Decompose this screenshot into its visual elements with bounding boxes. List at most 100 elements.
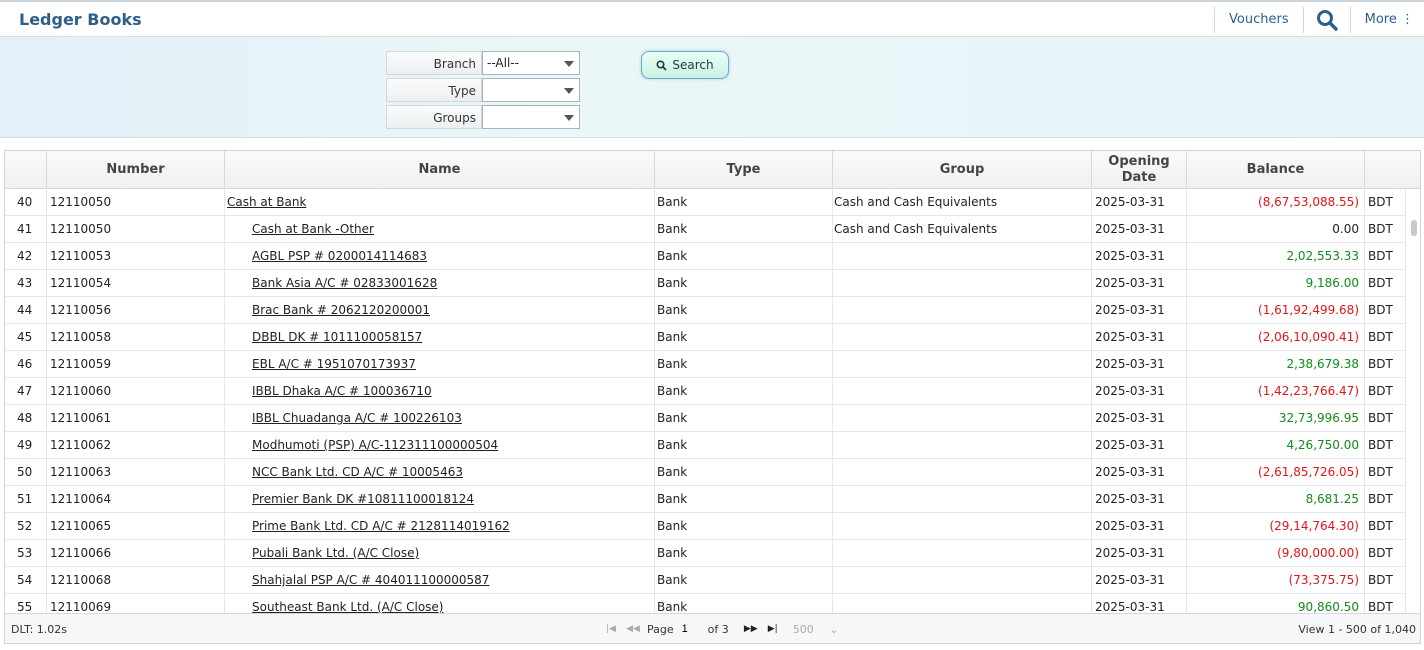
ledger-name-link[interactable]: NCC Bank Ltd. CD A/C # 10005463 <box>252 465 463 479</box>
ledger-name-link[interactable]: Southeast Bank Ltd. (A/C Close) <box>252 600 443 613</box>
cell-currency: BDT <box>1365 351 1406 377</box>
cell-balance: 0.00 <box>1187 216 1365 242</box>
vertical-scrollbar[interactable] <box>1406 190 1420 613</box>
branch-select[interactable]: --All-- <box>482 51 580 75</box>
cell-type-text: Bank <box>657 384 688 398</box>
table-row[interactable]: 41 12110050 Cash at Bank -Other Bank Cash an… <box>5 216 1406 243</box>
cell-name: IBBL Chuadanga A/C # 100226103 <box>225 405 655 431</box>
row-number-header <box>5 151 47 189</box>
ledger-name-link[interactable]: Cash at Bank <box>227 195 306 209</box>
page-input[interactable] <box>679 620 702 638</box>
grid-body: 40 12110050 Cash at Bank Bank Cash and Cash … <box>5 190 1420 613</box>
cell-group <box>833 378 1092 404</box>
last-page-icon[interactable]: ▶| <box>765 624 781 634</box>
cell-date-text: 2025-03-31 <box>1095 330 1165 344</box>
cell-idx: 47 <box>5 378 47 404</box>
cell-idx-text: 43 <box>17 276 33 290</box>
search-nav-button[interactable] <box>1302 6 1350 33</box>
ledger-name-link[interactable]: DBBL DK # 1011100058157 <box>252 330 422 344</box>
cell-idx-text: 40 <box>17 195 33 209</box>
cell-type-text: Bank <box>657 195 688 209</box>
table-row[interactable]: 43 12110054 Bank Asia A/C # 02833001628 Ban… <box>5 270 1406 297</box>
scrollbar-thumb[interactable] <box>1411 220 1417 236</box>
cell-type-text: Bank <box>657 249 688 263</box>
cell-date-text: 2025-03-31 <box>1095 546 1165 560</box>
table-row[interactable]: 44 12110056 Brac Bank # 2062120200001 Bank 2… <box>5 297 1406 324</box>
cell-currency-text: BDT <box>1368 384 1393 398</box>
cell-date-text: 2025-03-31 <box>1095 519 1165 533</box>
cell-idx: 52 <box>5 513 47 539</box>
cell-number: 12110059 <box>47 351 225 377</box>
table-row[interactable]: 54 12110068 Shahjalal PSP A/C # 4040111000… <box>5 567 1406 594</box>
cell-idx: 43 <box>5 270 47 296</box>
cell-idx: 48 <box>5 405 47 431</box>
ledger-name-link[interactable]: IBBL Dhaka A/C # 100036710 <box>252 384 432 398</box>
cell-type: Bank <box>655 216 833 242</box>
table-row[interactable]: 48 12110061 IBBL Chuadanga A/C # 100226103… <box>5 405 1406 432</box>
more-menu[interactable]: More ⋮ <box>1349 6 1424 33</box>
column-header-number[interactable]: Number <box>47 151 225 189</box>
ledger-name-link[interactable]: Shahjalal PSP A/C # 404011100000587 <box>252 573 489 587</box>
page-size-select[interactable]: 500 ⌄ <box>793 623 839 636</box>
cell-idx-text: 42 <box>17 249 33 263</box>
cell-type: Bank <box>655 243 833 269</box>
cell-date-text: 2025-03-31 <box>1095 357 1165 371</box>
ledger-name-link[interactable]: IBBL Chuadanga A/C # 100226103 <box>252 411 462 425</box>
cell-type-text: Bank <box>657 411 688 425</box>
cell-idx: 40 <box>5 190 47 215</box>
ledger-name-link[interactable]: Modhumoti (PSP) A/C-112311100000504 <box>252 438 498 452</box>
cell-currency-text: BDT <box>1368 573 1393 587</box>
cell-type: Bank <box>655 513 833 539</box>
ledger-name-link[interactable]: EBL A/C # 1951070173937 <box>252 357 416 371</box>
column-header-type[interactable]: Type <box>655 151 833 189</box>
cell-balance-text: 4,26,750.00 <box>1286 438 1359 452</box>
type-select[interactable] <box>482 78 580 102</box>
ledger-name-link[interactable]: Brac Bank # 2062120200001 <box>252 303 430 317</box>
cell-type: Bank <box>655 351 833 377</box>
first-page-icon[interactable]: |◀ <box>603 624 619 634</box>
groups-select[interactable] <box>482 105 580 129</box>
ledger-name-link[interactable]: AGBL PSP # 0200014114683 <box>252 249 427 263</box>
cell-idx-text: 50 <box>17 465 33 479</box>
ledger-name-link[interactable]: Cash at Bank -Other <box>252 222 374 236</box>
cell-number-text: 12110050 <box>50 222 112 236</box>
ledger-name-link[interactable]: Premier Bank DK #10811100018124 <box>252 492 474 506</box>
cell-group <box>833 459 1092 485</box>
ledger-name-link[interactable]: Pubali Bank Ltd. (A/C Close) <box>252 546 419 560</box>
search-button[interactable]: Search <box>641 51 729 79</box>
table-row[interactable]: 46 12110059 EBL A/C # 1951070173937 Bank 202… <box>5 351 1406 378</box>
cell-balance-text: (29,14,764.30) <box>1269 519 1359 533</box>
cell-type: Bank <box>655 190 833 215</box>
cell-balance-text: (1,42,23,766.47) <box>1258 384 1359 398</box>
column-header-group[interactable]: Group <box>833 151 1092 189</box>
table-row[interactable]: 50 12110063 NCC Bank Ltd. CD A/C # 1000546… <box>5 459 1406 486</box>
table-row[interactable]: 53 12110066 Pubali Bank Ltd. (A/C Close) Ba… <box>5 540 1406 567</box>
column-header-opening-date[interactable]: Opening Date <box>1092 151 1187 189</box>
table-row[interactable]: 45 12110058 DBBL DK # 1011100058157 Bank 202… <box>5 324 1406 351</box>
cell-name: Cash at Bank -Other <box>225 216 655 242</box>
cell-balance-text: 32,73,996.95 <box>1278 411 1359 425</box>
previous-page-icon[interactable]: ◀◀ <box>625 624 641 634</box>
table-row[interactable]: 52 12110065 Prime Bank Ltd. CD A/C # 21281… <box>5 513 1406 540</box>
cell-currency-text: BDT <box>1368 492 1393 506</box>
table-row[interactable]: 40 12110050 Cash at Bank Bank Cash and Cash … <box>5 190 1406 216</box>
top-nav: Vouchers More ⋮ <box>1214 2 1424 37</box>
cell-idx-text: 52 <box>17 519 33 533</box>
table-row[interactable]: 51 12110064 Premier Bank DK #1081110001812… <box>5 486 1406 513</box>
next-page-icon[interactable]: ▶▶ <box>743 624 759 634</box>
table-row[interactable]: 49 12110062 Modhumoti (PSP) A/C-1123111000… <box>5 432 1406 459</box>
cell-balance: 9,186.00 <box>1187 270 1365 296</box>
column-header-name[interactable]: Name <box>225 151 655 189</box>
cell-idx-text: 53 <box>17 546 33 560</box>
cell-currency: BDT <box>1365 243 1406 269</box>
branch-select-value: --All-- <box>487 56 519 70</box>
vouchers-link[interactable]: Vouchers <box>1214 6 1303 33</box>
ledger-name-link[interactable]: Bank Asia A/C # 02833001628 <box>252 276 437 290</box>
table-row[interactable]: 42 12110053 AGBL PSP # 0200014114683 Bank 20… <box>5 243 1406 270</box>
ledger-name-link[interactable]: Prime Bank Ltd. CD A/C # 2128114019162 <box>252 519 510 533</box>
branch-filter-row: Branch --All-- <box>386 51 580 75</box>
column-header-balance[interactable]: Balance <box>1187 151 1365 189</box>
cell-balance-text: (73,375.75) <box>1288 573 1359 587</box>
table-row[interactable]: 47 12110060 IBBL Dhaka A/C # 100036710 Bank… <box>5 378 1406 405</box>
table-row[interactable]: 55 12110069 Southeast Bank Ltd. (A/C Close… <box>5 594 1406 613</box>
